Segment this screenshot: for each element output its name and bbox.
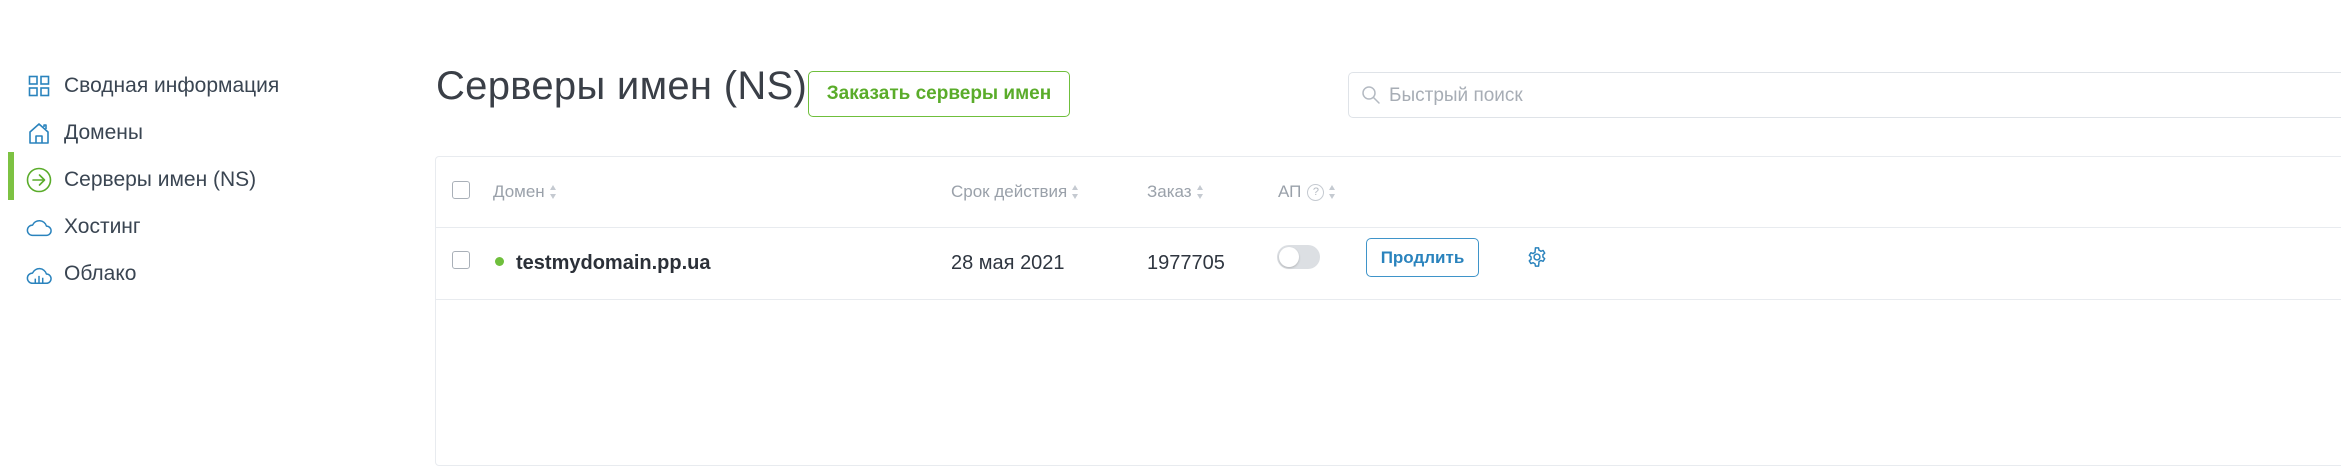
sidebar-item-label: Домены	[64, 121, 143, 144]
column-label: АП	[1278, 182, 1302, 201]
order-nameservers-button[interactable]: Заказать серверы имен	[808, 71, 1070, 117]
autorenew-toggle[interactable]	[1277, 245, 1320, 269]
sidebar-item-label: Сводная информация	[64, 74, 280, 97]
column-autorenew-header[interactable]: АП ?	[1278, 157, 1336, 227]
column-expiry-header[interactable]: Срок действия	[951, 157, 1079, 227]
sidebar-item-cloud[interactable]: Облако	[0, 246, 420, 302]
page-title: Серверы имен (NS)	[436, 64, 808, 108]
order-number: 1977705	[1147, 251, 1225, 274]
sidebar-item-label: Серверы имен (NS)	[64, 168, 257, 191]
column-order-header[interactable]: Заказ	[1147, 157, 1204, 227]
search-icon	[1361, 85, 1383, 107]
help-icon[interactable]: ?	[1307, 183, 1325, 201]
column-label: Срок действия	[951, 182, 1068, 201]
domains-table: Домен Срок действия Заказ АП ? testmydom…	[435, 156, 2341, 466]
status-active-dot	[495, 257, 504, 266]
select-all-checkbox[interactable]	[452, 181, 470, 199]
row-checkbox[interactable]	[452, 251, 470, 269]
sort-icon	[549, 185, 557, 199]
sidebar-item-label: Облако	[64, 262, 137, 285]
table-row: testmydomain.pp.ua 28 мая 2021 1977705 П…	[436, 227, 2341, 300]
gear-icon[interactable]	[1526, 246, 1548, 268]
table-header: Домен Срок действия Заказ АП ?	[436, 157, 2341, 228]
column-domain-header[interactable]: Домен	[493, 157, 557, 227]
sort-icon	[1329, 185, 1336, 199]
cloud-icon	[26, 214, 52, 240]
column-label: Домен	[493, 182, 545, 201]
toggle-knob	[1279, 247, 1299, 267]
home-icon	[26, 120, 52, 146]
grid-icon	[26, 73, 52, 99]
sort-icon	[1072, 185, 1079, 199]
domain-name[interactable]: testmydomain.pp.ua	[516, 227, 710, 299]
arrow-circle-icon	[26, 167, 52, 193]
cloud-chart-icon	[26, 261, 52, 287]
quick-search	[1348, 72, 2341, 119]
renew-button[interactable]: Продлить	[1366, 238, 1479, 277]
sort-icon	[1196, 185, 1204, 199]
sidebar-item-label: Хостинг	[64, 215, 141, 238]
search-input[interactable]	[1387, 73, 1891, 119]
column-label: Заказ	[1147, 182, 1192, 201]
expiry-date: 28 мая 2021	[951, 251, 1065, 274]
